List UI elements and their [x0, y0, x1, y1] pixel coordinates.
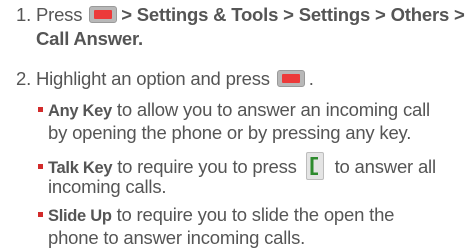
option-slide-up-text: to require you to slide the open the — [116, 204, 395, 225]
talk-key-icon — [305, 152, 324, 180]
menu-ok-key-icon — [89, 6, 118, 23]
instruction-document: 1. Press > Settings & Tools > Settings >… — [0, 0, 474, 249]
option-any-key-label: Any Key — [48, 102, 112, 120]
option-slide-up-text-2: phone to answer incoming calls. — [48, 227, 306, 248]
option-talk-key-text: to require you to press — [117, 156, 297, 177]
bullet-icon — [38, 164, 43, 169]
option-any-key-line-2: by opening the phone or by pressing any … — [48, 122, 411, 144]
bullet-icon — [38, 107, 43, 112]
step-2-number: 2. — [16, 68, 32, 89]
separator-2: > — [283, 4, 294, 25]
settings-label: Settings — [298, 4, 371, 25]
step-2-text: Highlight an option and press — [35, 68, 270, 89]
others-label: Others — [390, 4, 450, 25]
step-1-press-text: Press — [35, 4, 83, 25]
option-slide-up-label: Slide Up — [48, 207, 112, 225]
step-2-line: 2. Highlight an option and press . — [16, 68, 314, 90]
option-talk-key-label: Talk Key — [48, 159, 113, 177]
bullet-icon — [38, 212, 43, 217]
option-any-key-text: to allow you to answer an incoming call — [116, 99, 430, 120]
step-1-line-2: Call Answer. — [36, 28, 143, 50]
option-slide-up-line-2: phone to answer incoming calls. — [48, 227, 305, 249]
separator-3: > — [375, 4, 386, 25]
option-slide-up-line-1: Slide Up to require you to slide the ope… — [38, 204, 394, 227]
option-talk-key-text-2: incoming calls. — [48, 176, 167, 197]
settings-tools-label: Settings & Tools — [136, 4, 279, 25]
option-talk-key-text-after: to answer all — [334, 156, 436, 177]
step-2-period: . — [308, 68, 314, 89]
step-1-number: 1. — [16, 4, 32, 25]
option-any-key-text-2: by opening the phone or by pressing any … — [48, 122, 412, 143]
separator-4: > — [454, 4, 465, 25]
menu-ok-key-icon — [276, 70, 305, 87]
talk-key-glyph — [310, 157, 318, 175]
option-any-key-line-1: Any Key to allow you to answer an incomi… — [38, 99, 430, 122]
call-answer-label: Call Answer. — [36, 28, 143, 49]
step-1-line-1: 1. Press > Settings & Tools > Settings >… — [16, 4, 465, 26]
separator-1: > — [121, 4, 132, 25]
option-talk-key-line-2: incoming calls. — [48, 176, 167, 198]
